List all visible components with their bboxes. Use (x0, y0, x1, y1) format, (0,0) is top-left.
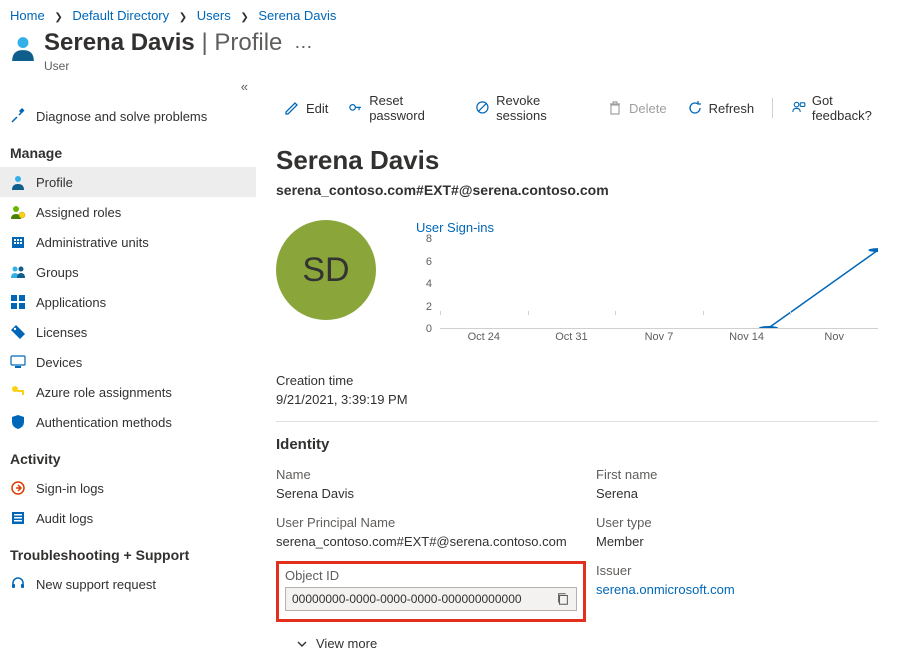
page-title-name: Serena Davis (44, 29, 195, 56)
breadcrumb-users[interactable]: Users (197, 8, 231, 23)
sidebar-item-label: Assigned roles (36, 205, 121, 220)
usertype-value: Member (596, 534, 878, 549)
more-actions-icon[interactable]: ⋯ (294, 37, 313, 58)
building-icon (10, 234, 26, 250)
delete-button: Delete (599, 96, 675, 120)
refresh-button[interactable]: Refresh (679, 96, 763, 120)
sidebar-item-label: Authentication methods (36, 415, 172, 430)
sidebar-item-label: Devices (36, 355, 82, 370)
objectid-label: Object ID (285, 568, 577, 583)
identity-heading: Identity (276, 436, 878, 453)
upn-label: User Principal Name (276, 515, 586, 530)
sidebar-item-licenses[interactable]: Licenses (0, 317, 256, 347)
chevron-right-icon: ❯ (179, 12, 187, 23)
avatar-initials: SD (302, 251, 349, 290)
person-icon (10, 35, 36, 61)
feedback-button[interactable]: Got feedback? (783, 89, 898, 127)
person-icon (10, 174, 26, 190)
trash-icon (607, 100, 623, 116)
main-content: Edit Reset password Revoke sessions Dele… (256, 79, 898, 665)
sidebar-item-label: New support request (36, 577, 156, 592)
sidebar-item-support[interactable]: New support request (0, 569, 256, 599)
block-icon (475, 100, 490, 116)
sidebar-item-label: Audit logs (36, 511, 93, 526)
profile-upn-line: serena_contoso.com#EXT#@serena.contoso.c… (276, 182, 878, 198)
reset-password-button[interactable]: Reset password (340, 89, 463, 127)
objectid-field[interactable]: 00000000-0000-0000-0000-000000000000 (285, 587, 577, 611)
refresh-icon (687, 100, 703, 116)
person-badge-icon (10, 204, 26, 220)
sidebar-item-devices[interactable]: Devices (0, 347, 256, 377)
issuer-link[interactable]: serena.onmicrosoft.com (596, 582, 735, 597)
sidebar-item-label: Sign-in logs (36, 481, 104, 496)
signins-chart: User Sign-ins 02468 Oct 24Oct 31Nov 7Nov… (416, 220, 878, 349)
sidebar-item-label: Profile (36, 175, 73, 190)
name-value: Serena Davis (276, 486, 586, 501)
sidebar-item-admin-units[interactable]: Administrative units (0, 227, 256, 257)
sidebar-item-groups[interactable]: Groups (0, 257, 256, 287)
key-icon (10, 384, 26, 400)
feedback-icon (791, 100, 806, 116)
sidebar-item-applications[interactable]: Applications (0, 287, 256, 317)
profile-display-name: Serena Davis (276, 145, 878, 176)
toolbar: Edit Reset password Revoke sessions Dele… (276, 79, 898, 135)
grid-icon (10, 294, 26, 310)
sidebar-item-label: Administrative units (36, 235, 149, 250)
sidebar-item-label: Azure role assignments (36, 385, 172, 400)
chevron-right-icon: ❯ (54, 12, 62, 23)
page-title: Serena Davis | Profile (44, 29, 282, 57)
breadcrumb-home[interactable]: Home (10, 8, 45, 23)
sidebar-item-signin-logs[interactable]: Sign-in logs (0, 473, 256, 503)
view-more-toggle[interactable]: View more (276, 636, 878, 651)
object-id-highlight: Object ID 00000000-0000-0000-0000-000000… (276, 561, 586, 622)
edit-button[interactable]: Edit (276, 96, 336, 120)
tag-icon (10, 324, 26, 340)
wrench-icon (10, 108, 26, 124)
page-title-section: Profile (214, 29, 282, 56)
sidebar-heading-activity: Activity (0, 443, 256, 473)
sidebar: « Diagnose and solve problems Manage Pro… (0, 79, 256, 665)
objectid-value: 00000000-0000-0000-0000-000000000000 (292, 592, 522, 606)
chevron-right-icon: ❯ (240, 12, 248, 23)
key-icon (348, 100, 363, 116)
creation-time-value: 9/21/2021, 3:39:19 PM (276, 392, 878, 407)
sidebar-item-label: Applications (36, 295, 106, 310)
list-icon (10, 510, 26, 526)
sidebar-heading-manage: Manage (0, 137, 256, 167)
firstname-value: Serena (596, 486, 878, 501)
sidebar-heading-troubleshoot: Troubleshooting + Support (0, 539, 256, 569)
toolbar-separator (772, 98, 773, 118)
firstname-label: First name (596, 467, 878, 482)
monitor-icon (10, 354, 26, 370)
signin-icon (10, 480, 26, 496)
sidebar-item-label: Groups (36, 265, 79, 280)
name-label: Name (276, 467, 586, 482)
collapse-sidebar-icon[interactable]: « (241, 79, 248, 94)
shield-icon (10, 414, 26, 430)
upn-value: serena_contoso.com#EXT#@serena.contoso.c… (276, 534, 586, 549)
people-icon (10, 264, 26, 280)
usertype-label: User type (596, 515, 878, 530)
revoke-sessions-button[interactable]: Revoke sessions (467, 89, 595, 127)
breadcrumb-directory[interactable]: Default Directory (72, 8, 169, 23)
sidebar-item-azure-role[interactable]: Azure role assignments (0, 377, 256, 407)
headset-icon (10, 576, 26, 592)
page-subtitle: User (44, 59, 282, 73)
avatar: SD (276, 220, 376, 320)
sidebar-item-auth-methods[interactable]: Authentication methods (0, 407, 256, 437)
sidebar-item-label: Diagnose and solve problems (36, 109, 207, 124)
issuer-label: Issuer (596, 563, 878, 578)
sidebar-item-assigned-roles[interactable]: Assigned roles (0, 197, 256, 227)
chevron-down-icon (296, 638, 308, 650)
sidebar-item-label: Licenses (36, 325, 87, 340)
edit-icon (284, 100, 300, 116)
copy-icon[interactable] (556, 592, 570, 606)
creation-time-label: Creation time (276, 373, 878, 388)
sidebar-item-audit-logs[interactable]: Audit logs (0, 503, 256, 533)
sidebar-item-profile[interactable]: Profile (0, 167, 256, 197)
breadcrumb-user[interactable]: Serena Davis (258, 8, 336, 23)
sidebar-item-diagnose[interactable]: Diagnose and solve problems (0, 101, 256, 131)
breadcrumb: Home ❯ Default Directory ❯ Users ❯ Seren… (0, 0, 898, 27)
